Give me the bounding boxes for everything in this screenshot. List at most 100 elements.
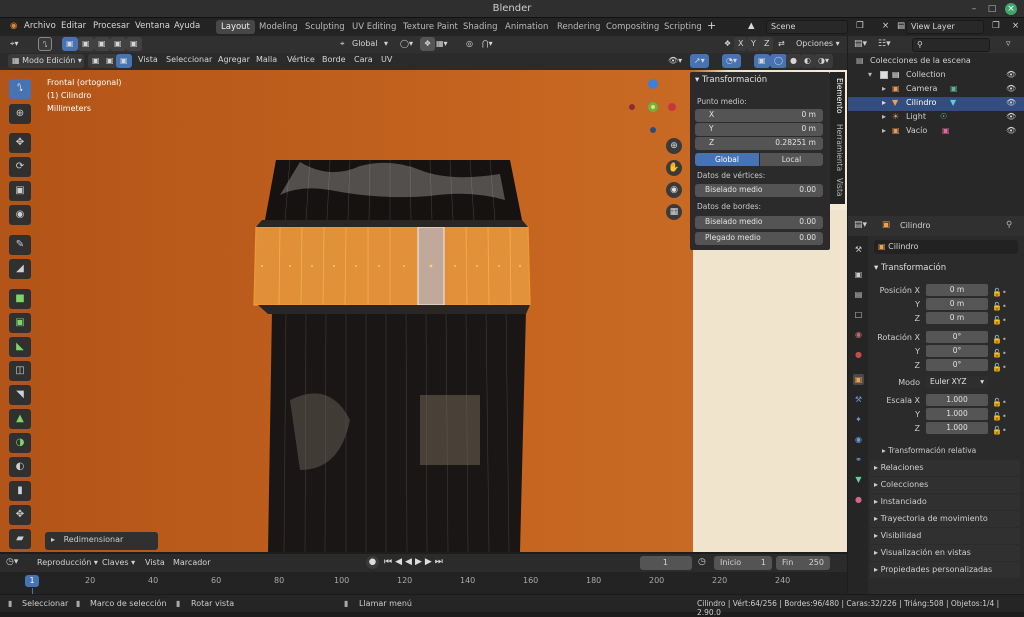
tab-modeling[interactable]: Modeling [254, 20, 303, 34]
section-relaciones[interactable]: ▸ Relaciones [870, 460, 1020, 476]
options-dropdown[interactable]: Opciones ▾ [792, 37, 844, 51]
eye-icon[interactable]: 👁 [1006, 126, 1016, 135]
spin-tool-icon[interactable]: ◑ [9, 433, 31, 453]
grid-toggle-icon[interactable]: ▦ [666, 204, 682, 220]
scale-tool-icon[interactable]: ▣ [9, 181, 31, 201]
section-visualizacion[interactable]: ▸ Visualización en vistas [870, 545, 1020, 561]
expand-arrow-icon[interactable]: ▾ [868, 70, 872, 79]
rotation-z-field[interactable]: 0° [926, 359, 988, 371]
menu-archivo[interactable]: Archivo [20, 20, 60, 32]
mirror-x-toggle[interactable]: X [734, 37, 748, 51]
relative-transform-header[interactable]: ▸ Transformación relativa [882, 446, 976, 455]
menu-agregar[interactable]: Agregar [218, 55, 250, 64]
tool-tab-icon[interactable]: ⚒ [853, 244, 864, 255]
constraints-tab-icon[interactable]: ⚭ [853, 454, 864, 465]
edge-slide-tool-icon[interactable]: ▮ [9, 481, 31, 501]
rotation-x-field[interactable]: 0° [926, 331, 988, 343]
modifier-tab-icon[interactable]: ⚒ [853, 394, 864, 405]
autocheck-icon[interactable]: ⇄ [774, 37, 789, 51]
bevel-tool-icon[interactable]: ◣ [9, 337, 31, 357]
section-instanciado[interactable]: ▸ Instanciado [870, 494, 1020, 510]
close-icon[interactable]: × [1005, 3, 1017, 15]
tab-shading[interactable]: Shading [458, 20, 503, 34]
properties-type-icon[interactable]: ▤▾ [854, 220, 867, 230]
edge-bevel-field[interactable]: Biselado medio 0.00 [695, 216, 823, 229]
scene-tab-icon[interactable]: ◉ [853, 329, 864, 340]
tab-layout[interactable]: Layout [216, 20, 255, 34]
menu-vertice[interactable]: Vértice [287, 55, 315, 64]
rotation-mode-dropdown[interactable]: Euler XYZ ▾ [926, 376, 988, 388]
menu-procesar[interactable]: Procesar [89, 20, 134, 32]
poly-build-tool-icon[interactable]: ▲ [9, 409, 31, 429]
expand-arrow-icon[interactable]: ▸ [882, 126, 886, 135]
scale-y-field[interactable]: 1.000 [926, 408, 988, 420]
visibility-icon[interactable]: 👁▾ [664, 54, 686, 68]
mode-dropdown[interactable]: ▦ Modo Edición ▾ [8, 54, 84, 68]
overlay-icon[interactable]: ◔▾ [722, 54, 741, 68]
location-y-field[interactable]: 0 m [926, 298, 988, 310]
outliner-filter-icon[interactable]: ▿ [1006, 39, 1011, 49]
playhead[interactable]: 1 [25, 575, 39, 587]
eye-icon[interactable]: 👁 [1006, 84, 1016, 93]
snap-target-icon[interactable]: ▦▾ [432, 37, 452, 51]
midpoint-y-field[interactable]: Y 0 m [695, 123, 823, 136]
gizmo-z-icon[interactable] [648, 79, 658, 89]
outliner-row-vacio[interactable]: ▸ ▣ Vacío ▣ 👁 [848, 125, 1024, 139]
maximize-icon[interactable]: □ [986, 3, 998, 15]
select-intersect-icon[interactable]: ▣ [126, 37, 142, 51]
shear-tool-icon[interactable]: ▰ [9, 529, 31, 549]
location-x-field[interactable]: 0 m [926, 284, 988, 296]
outliner-row-camera[interactable]: ▸ ▣ Camera ▣ 👁 [848, 83, 1024, 97]
scale-lock-icons[interactable]: 🔓• 🔓• 🔓• [992, 396, 1007, 438]
shading-material-icon[interactable]: ◐ [800, 54, 815, 68]
transform-tool-icon[interactable]: ◉ [9, 205, 31, 225]
start-frame-field[interactable]: Inicio 1 [714, 556, 772, 570]
object-name-field[interactable]: ▣ Cilindro [874, 240, 1018, 254]
select-subtract-icon[interactable]: ▣ [94, 37, 110, 51]
gizmo-x-icon[interactable] [668, 103, 676, 111]
scene-new-icon[interactable]: ❐ [852, 20, 868, 32]
section-propiedades[interactable]: ▸ Propiedades personalizadas [870, 562, 1020, 578]
menu-uv[interactable]: UV [381, 55, 392, 64]
inset-tool-icon[interactable]: ▣ [9, 313, 31, 333]
editor-type-icon[interactable]: ⌖▾ [6, 37, 23, 51]
section-trayectoria[interactable]: ▸ Trayectoria de movimiento [870, 511, 1020, 527]
viewlayer-new-icon[interactable]: ❐ [988, 20, 1004, 32]
tab-scripting[interactable]: Scripting [659, 20, 707, 34]
menu-seleccionar[interactable]: Seleccionar [166, 55, 212, 64]
minimize-icon[interactable]: – [968, 3, 980, 15]
expand-arrow-icon[interactable]: ▸ [882, 112, 886, 121]
eye-icon[interactable]: 👁 [1006, 98, 1016, 107]
tab-texture-paint[interactable]: Texture Paint [398, 20, 463, 34]
shading-render-icon[interactable]: ◑▾ [814, 54, 833, 68]
shading-wire-icon[interactable]: ◯ [770, 54, 787, 68]
knife-tool-icon[interactable]: ◥ [9, 385, 31, 405]
view-layer-tab-icon[interactable]: □ [853, 309, 864, 320]
vertex-bevel-field[interactable]: Biselado medio 0.00 [695, 184, 823, 197]
annotate-tool-icon[interactable]: ✎ [9, 235, 31, 255]
proportional-edit-icon[interactable]: ◎ [462, 37, 477, 51]
select-extend-icon[interactable]: ▣ [78, 37, 94, 51]
physics-tab-icon[interactable]: ◉ [853, 434, 864, 445]
rotation-y-field[interactable]: 0° [926, 345, 988, 357]
select-invert-icon[interactable]: ▣ [110, 37, 126, 51]
record-icon[interactable]: ● [366, 556, 379, 569]
lock-icons[interactable]: 🔓• 🔓• 🔓• [992, 286, 1007, 328]
smooth-tool-icon[interactable]: ◐ [9, 457, 31, 477]
object-tab-icon[interactable]: ▣ [853, 374, 864, 385]
tab-sculpting[interactable]: Sculpting [300, 20, 350, 34]
section-visibilidad[interactable]: ▸ Visibilidad [870, 528, 1020, 544]
tab-elemento[interactable]: Elemento [831, 78, 844, 114]
rotation-lock-icons[interactable]: 🔓• 🔓• 🔓• [992, 333, 1007, 375]
select-new-icon[interactable]: ▣ [62, 37, 78, 51]
shading-solid-icon[interactable]: ● [786, 54, 801, 68]
menu-claves[interactable]: Claves ▾ [102, 558, 135, 567]
global-toggle[interactable]: Global [695, 153, 759, 166]
menu-borde[interactable]: Borde [322, 55, 346, 64]
menu-marcador[interactable]: Marcador [173, 558, 210, 567]
mirror-y-toggle[interactable]: Y [747, 37, 760, 51]
particles-tab-icon[interactable]: ✦ [853, 414, 864, 425]
falloff-icon[interactable]: ⋂▾ [478, 37, 497, 51]
tab-animation[interactable]: Animation [500, 20, 553, 34]
pin-icon[interactable]: ⚲ [1006, 220, 1012, 230]
